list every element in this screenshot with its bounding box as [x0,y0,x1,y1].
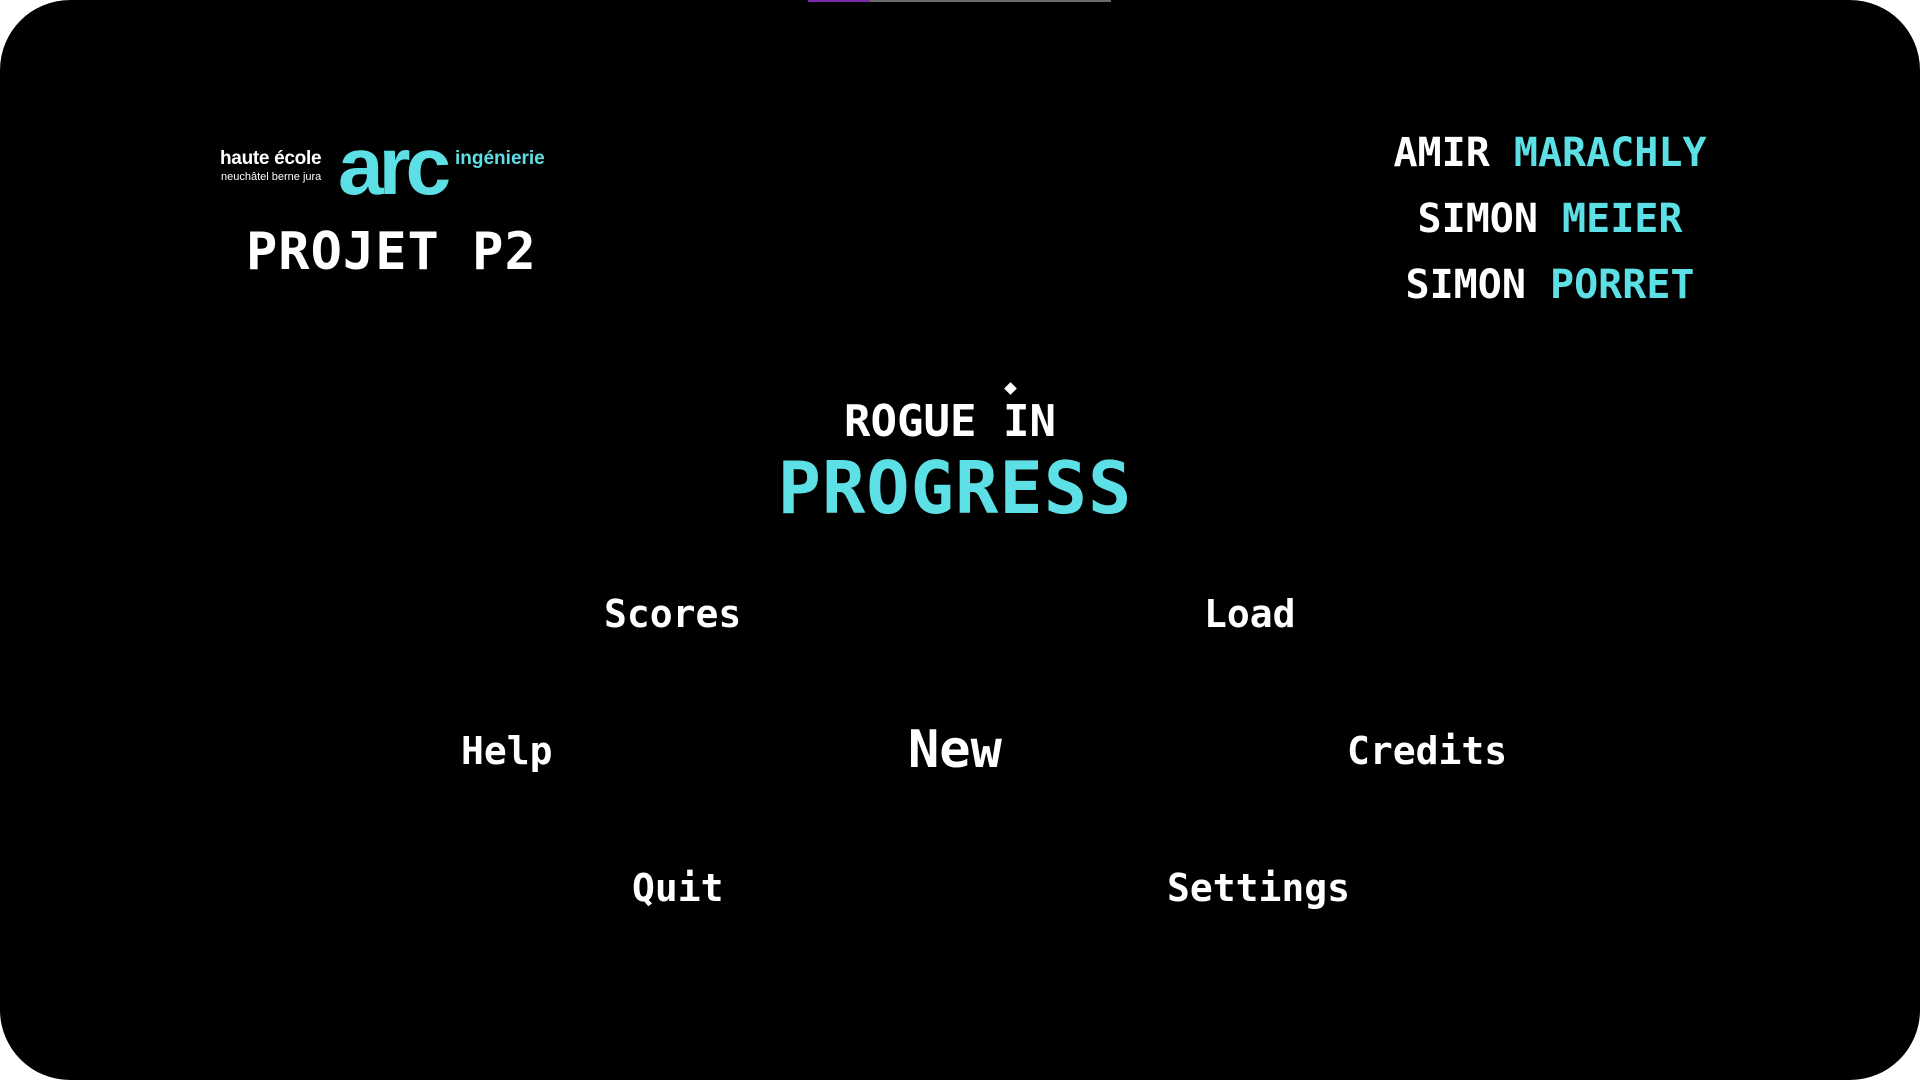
menu-scores-button[interactable]: Scores [604,592,741,636]
author-2: SIMON MEIER [1350,186,1750,252]
menu-settings-button[interactable]: Settings [1167,866,1350,910]
school-logo: haute école neuchâtel berne jura arc ing… [220,126,560,208]
title-diamond-icon [1004,382,1017,395]
menu-help-button[interactable]: Help [461,729,553,773]
author-last-name: MEIER [1562,196,1683,242]
logo-brand: arc [338,121,451,212]
game-title-line1: ROGUE IN [844,396,1056,447]
project-title: PROJET P2 [246,222,537,282]
logo-department: ingénierie [455,148,545,169]
author-3: SIMON PORRET [1350,252,1750,318]
menu-load-button[interactable]: Load [1204,592,1296,636]
author-first-name: AMIR [1393,130,1490,176]
logo-line1: haute école [220,148,322,169]
game-title-line2: PROGRESS [777,446,1133,530]
authors-list: AMIR MARACHLY SIMON MEIER SIMON PORRET [1350,120,1750,318]
menu-new-button[interactable]: New [908,720,1002,780]
author-first-name: SIMON [1417,196,1538,242]
author-last-name: MARACHLY [1513,130,1707,176]
top-progress-accent [808,0,870,2]
author-last-name: PORRET [1550,262,1695,308]
menu-credits-button[interactable]: Credits [1347,729,1507,773]
game-screen: haute école neuchâtel berne jura arc ing… [0,0,1920,1080]
author-first-name: SIMON [1405,262,1526,308]
author-1: AMIR MARACHLY [1350,120,1750,186]
logo-line2: neuchâtel berne jura [221,171,322,183]
top-progress-bar [808,0,1111,2]
menu-quit-button[interactable]: Quit [632,866,724,910]
